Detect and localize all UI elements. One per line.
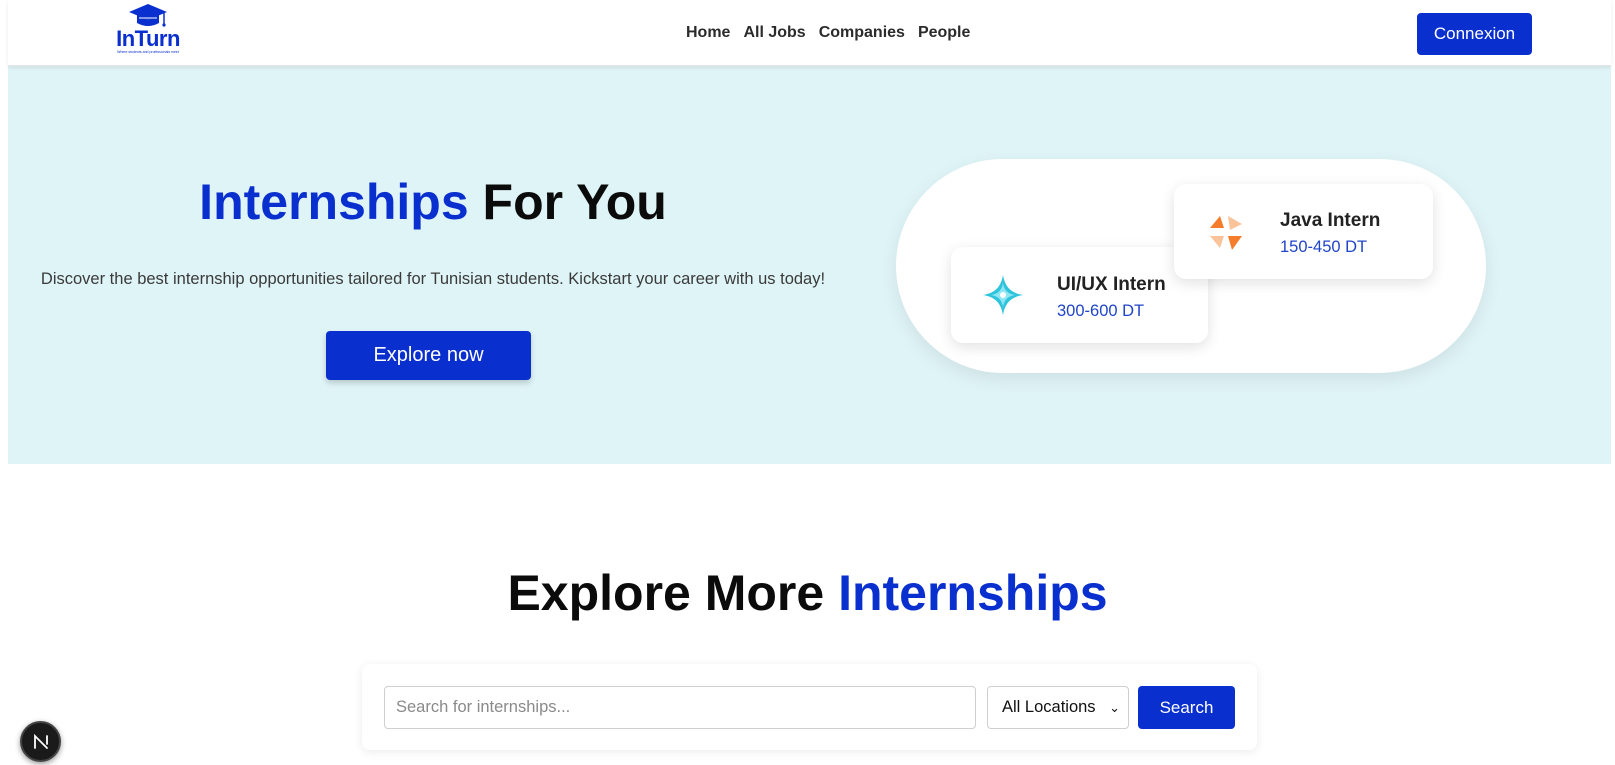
hero-title-accent: Internships [199,174,469,230]
brand-logo[interactable]: InTurn Where students and professionals … [108,2,188,62]
search-input[interactable] [384,686,976,729]
hero-description: Discover the best internship opportuniti… [40,270,826,288]
cyan-star-logo-icon [983,275,1023,315]
explore-title-accent: Internships [838,565,1108,621]
main-nav: Home All Jobs Companies People [686,22,970,44]
search-panel: All Locations ⌄ Search [362,664,1257,750]
hero-section: Internships For You Discover the best in… [8,66,1611,464]
nav-link-people[interactable]: People [918,22,970,44]
hero-title-rest: For You [468,174,667,230]
nav-link-all-jobs[interactable]: All Jobs [743,22,805,44]
job-salary: 150-450 DT [1280,238,1368,256]
job-title: UI/UX Intern [1057,274,1166,295]
job-card-uiux[interactable]: UI/UX Intern 300-600 DT [951,247,1208,343]
nav-link-home[interactable]: Home [686,22,730,44]
top-navbar: InTurn Where students and professionals … [8,0,1611,66]
nav-link-companies[interactable]: Companies [819,22,905,44]
explore-section-title: Explore More Internships [0,563,1615,623]
chevron-down-icon: ⌄ [1109,700,1120,715]
location-select[interactable]: All Locations ⌄ [987,686,1129,729]
explore-title-main: Explore More [507,565,839,621]
job-salary: 300-600 DT [1057,302,1145,320]
location-selected-value: All Locations [1002,698,1096,716]
job-title: Java Intern [1280,210,1381,231]
job-card-java[interactable]: Java Intern 150-450 DT [1174,184,1433,279]
login-button[interactable]: Connexion [1417,13,1532,55]
hero-title: Internships For You [38,172,828,232]
n-logo-icon [33,733,48,749]
orange-abstract-logo-icon [1210,216,1242,250]
search-button[interactable]: Search [1138,686,1235,729]
brand-tagline: Where students and professionals meet [117,50,179,54]
explore-now-button[interactable]: Explore now [326,331,531,380]
brand-name: InTurn [116,26,180,51]
nextjs-dev-indicator-icon[interactable] [20,721,61,762]
